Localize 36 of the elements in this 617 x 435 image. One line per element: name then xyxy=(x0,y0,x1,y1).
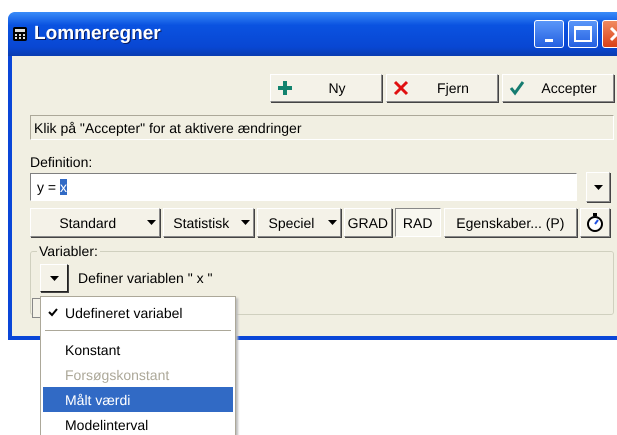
minimize-icon xyxy=(545,38,553,42)
caret-icon xyxy=(147,220,156,225)
field-label: Definition: xyxy=(30,154,92,170)
minimize-button[interactable] xyxy=(534,20,564,48)
dropdown-button[interactable] xyxy=(40,264,68,292)
stopwatch-button[interactable] xyxy=(580,208,610,237)
caret-icon xyxy=(594,184,602,190)
action-button[interactable]: Ny xyxy=(270,74,382,102)
stopwatch-icon xyxy=(586,212,604,232)
close-icon xyxy=(393,80,409,96)
definition-field[interactable]: y = x xyxy=(30,173,577,201)
status-message: Klik på "Accepter" for at aktivere ændringer xyxy=(30,115,614,140)
menu-item[interactable]: Målt værdi xyxy=(43,387,233,412)
toggle-button[interactable]: RAD xyxy=(394,208,441,237)
dropdown-button[interactable] xyxy=(586,172,610,202)
caret-icon xyxy=(241,220,250,225)
dropdown-button[interactable]: Standard xyxy=(30,208,160,237)
caret-icon xyxy=(328,220,337,225)
dropdown-button[interactable]: Speciel xyxy=(257,208,341,237)
calculator-icon xyxy=(12,26,28,42)
group-label: Variabler: xyxy=(37,243,100,259)
check-icon xyxy=(509,80,525,96)
properties-button[interactable]: Egenskaber... (P) xyxy=(444,208,578,237)
menu-item[interactable]: Konstant xyxy=(43,337,233,362)
caret-icon xyxy=(50,276,58,280)
maximize-button[interactable] xyxy=(568,20,598,48)
action-button[interactable]: Fjern xyxy=(386,74,498,102)
action-button[interactable]: Accepter xyxy=(502,74,614,102)
plus-icon xyxy=(277,80,293,96)
menu-item[interactable]: Udefineret variabel xyxy=(43,300,233,325)
dropdown-button[interactable]: Statistisk xyxy=(163,208,254,237)
window-title: Lommeregner xyxy=(34,23,162,45)
variable-label: Definer variablen " x " xyxy=(78,270,212,286)
menu-item[interactable]: Modelinterval xyxy=(43,412,233,435)
maximize-icon xyxy=(574,26,592,42)
toggle-button[interactable]: GRAD xyxy=(344,208,392,237)
